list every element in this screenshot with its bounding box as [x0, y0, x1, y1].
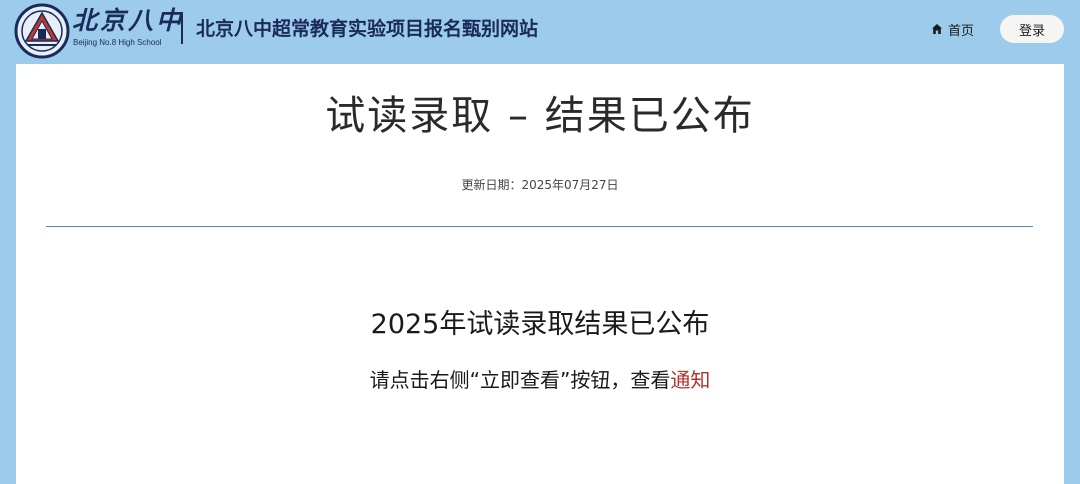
instruction-text: 请点击右侧“立即查看”按钮，查看: [369, 368, 671, 392]
page-title: 试读录取 – 结果已公布: [325, 93, 755, 139]
announcement-instruction: 请点击右侧“立即查看”按钮，查看通知: [0, 366, 1080, 394]
school-name-english: Beijing No.8 High School: [73, 38, 162, 47]
school-name-logo: 北京八中: [72, 6, 185, 35]
login-button[interactable]: 登录: [1000, 15, 1064, 43]
school-emblem-icon[interactable]: [14, 3, 70, 59]
home-icon: [932, 24, 942, 34]
section-divider: [46, 226, 1033, 227]
announcement-heading: 2025年试读录取结果已公布: [370, 309, 710, 340]
notice-link[interactable]: 通知: [670, 368, 710, 392]
site-title: 北京八中超常教育实验项目报名甄别网站: [196, 18, 539, 40]
main-content: 试读录取 – 结果已公布 更新日期：2025年07月27日 2025年试读录取结…: [16, 64, 1064, 484]
site-header: 北京八中 Beijing No.8 High School 北京八中超常教育实验…: [0, 0, 1080, 62]
header-divider: [181, 14, 183, 44]
nav-home-link[interactable]: 首页: [931, 18, 974, 40]
nav-home-label: 首页: [948, 23, 975, 39]
update-date: 更新日期：2025年07月27日: [461, 178, 619, 192]
